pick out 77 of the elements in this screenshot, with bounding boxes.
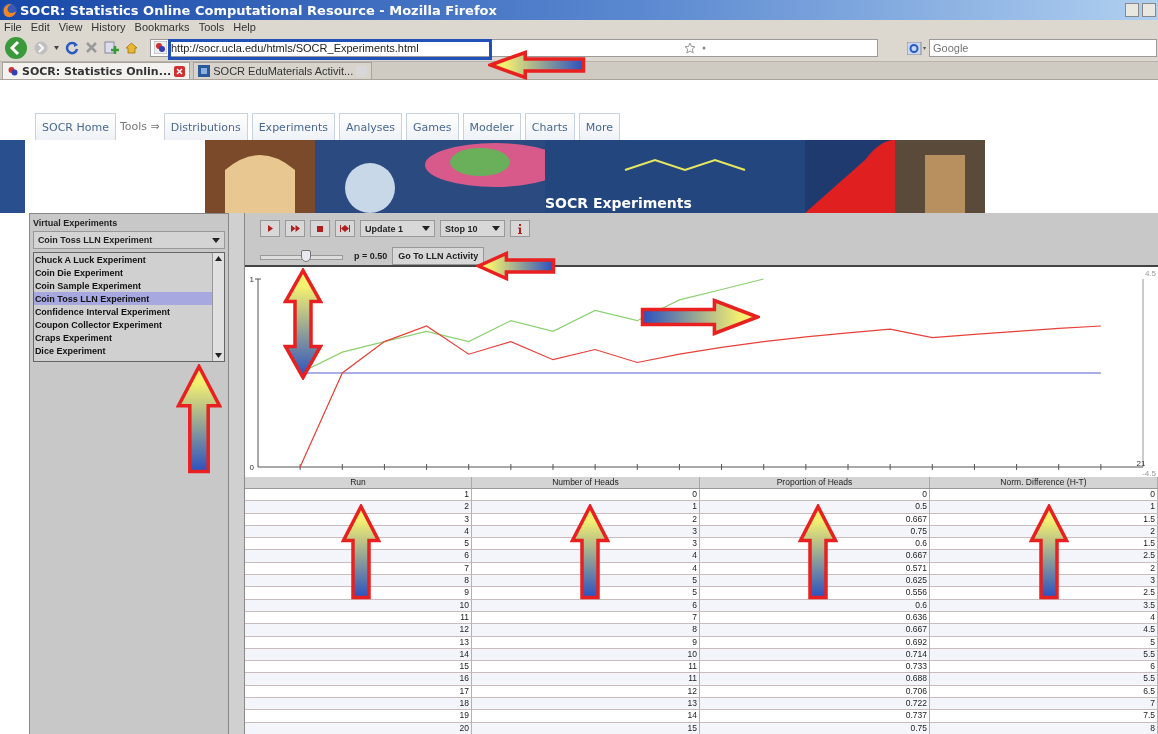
menu-item[interactable]: View: [58, 21, 83, 33]
table-cell: 4: [472, 550, 700, 563]
table-cell: 18: [245, 698, 472, 711]
axis-label: 4.5: [1144, 269, 1156, 278]
site-tab[interactable]: More: [578, 113, 621, 140]
table-cell: 1: [930, 501, 1158, 514]
column-header[interactable]: Proportion of Heads: [700, 477, 930, 489]
site-tab[interactable]: Distributions: [163, 113, 248, 140]
column-header[interactable]: Norm. Difference (H-T): [930, 477, 1158, 489]
table-cell: 4.5: [930, 624, 1158, 637]
column-header[interactable]: Run: [245, 477, 472, 489]
table-cell: 0.5: [700, 501, 930, 514]
table-cell: 14: [472, 710, 700, 723]
menu-item[interactable]: History: [91, 21, 126, 33]
site-tab[interactable]: Experiments: [251, 113, 335, 140]
menu-item[interactable]: Tools: [198, 21, 225, 33]
table-cell: 8: [472, 624, 700, 637]
panel-title: Virtual Experiments: [32, 218, 119, 228]
list-item[interactable]: Coupon Collector Experiment: [33, 318, 213, 331]
table-cell: 0.737: [700, 710, 930, 723]
axis-label: 21: [1136, 459, 1146, 468]
browser-tab[interactable]: SOCR: Statistics Onlin...: [2, 62, 191, 79]
table-cell: 0.667: [700, 550, 930, 563]
table-cell: 9: [472, 636, 700, 649]
table-cell: 5.5: [930, 673, 1158, 686]
table-cell: 12: [245, 624, 472, 637]
table-cell: 5: [472, 575, 700, 588]
table-cell: 13: [245, 636, 472, 649]
table-cell: 8: [245, 575, 472, 588]
table-cell: 0.692: [700, 636, 930, 649]
menu-item[interactable]: Help: [233, 21, 256, 33]
table-cell: 0.667: [700, 624, 930, 637]
table-cell: 19: [245, 710, 472, 723]
list-item[interactable]: Coin Die Experiment: [33, 266, 213, 279]
list-item[interactable]: Craps Experiment: [33, 331, 213, 344]
site-tab[interactable]: SOCR Home: [35, 113, 116, 140]
table-cell: 2: [245, 501, 472, 514]
menu-item[interactable]: Edit: [30, 21, 50, 33]
nav-label: Tools ⇒: [119, 119, 160, 135]
experiment-dropdown[interactable]: Coin Toss LLN Experiment: [32, 231, 226, 249]
table-cell: 11: [472, 673, 700, 686]
axis-label: -4.5: [1142, 469, 1156, 477]
table-cell: 13: [472, 698, 700, 711]
search-field[interactable]: Google: [929, 39, 1157, 57]
browser-tab[interactable]: SOCR EduMaterials Activit...: [193, 62, 373, 79]
list-item[interactable]: Coin Toss LLN Experiment: [33, 292, 213, 305]
probability-label: p = 0.50: [354, 251, 388, 261]
table-cell: 0.688: [700, 673, 930, 686]
table-cell: 3: [930, 575, 1158, 588]
address-field[interactable]: http://socr.ucla.edu/htmls/SOCR_Experiments.html: [150, 38, 878, 57]
site-tab[interactable]: Games: [406, 113, 459, 140]
site-tab[interactable]: Modeler: [462, 113, 521, 140]
update-select[interactable]: Update 1: [360, 220, 435, 237]
list-item[interactable]: Coin Sample Experiment: [33, 279, 213, 292]
table-cell: 5: [930, 636, 1158, 649]
table-cell: 0.625: [700, 575, 930, 588]
menu-item[interactable]: File: [4, 21, 22, 33]
table-cell: 6: [245, 550, 472, 563]
activity-button[interactable]: Go To LLN Activity: [392, 247, 485, 265]
table-cell: 16: [245, 673, 472, 686]
table-cell: 7: [930, 698, 1158, 711]
stop-select[interactable]: Stop 10: [440, 220, 505, 237]
list-item[interactable]: Dice Experiment: [33, 344, 213, 357]
column-header[interactable]: Number of Heads: [472, 477, 700, 489]
axis-label: 0: [249, 463, 254, 472]
site-tab[interactable]: Analyses: [338, 113, 402, 140]
table-cell: 7.5: [930, 710, 1158, 723]
table-cell: 1: [472, 501, 700, 514]
window-title: SOCR: Statistics Online Computational Resource - Mozilla Firefox: [20, 2, 498, 18]
axis-label: 1: [249, 275, 254, 284]
table-cell: 2.5: [930, 550, 1158, 563]
list-item[interactable]: Chuck A Luck Experiment: [33, 253, 213, 266]
menu-item[interactable]: Bookmarks: [134, 21, 190, 33]
site-tab[interactable]: Charts: [524, 113, 575, 140]
banner-title: SOCR Experiments: [545, 195, 692, 211]
table-cell: 0.722: [700, 698, 930, 711]
list-item[interactable]: Confidence Interval Experiment: [33, 305, 213, 318]
